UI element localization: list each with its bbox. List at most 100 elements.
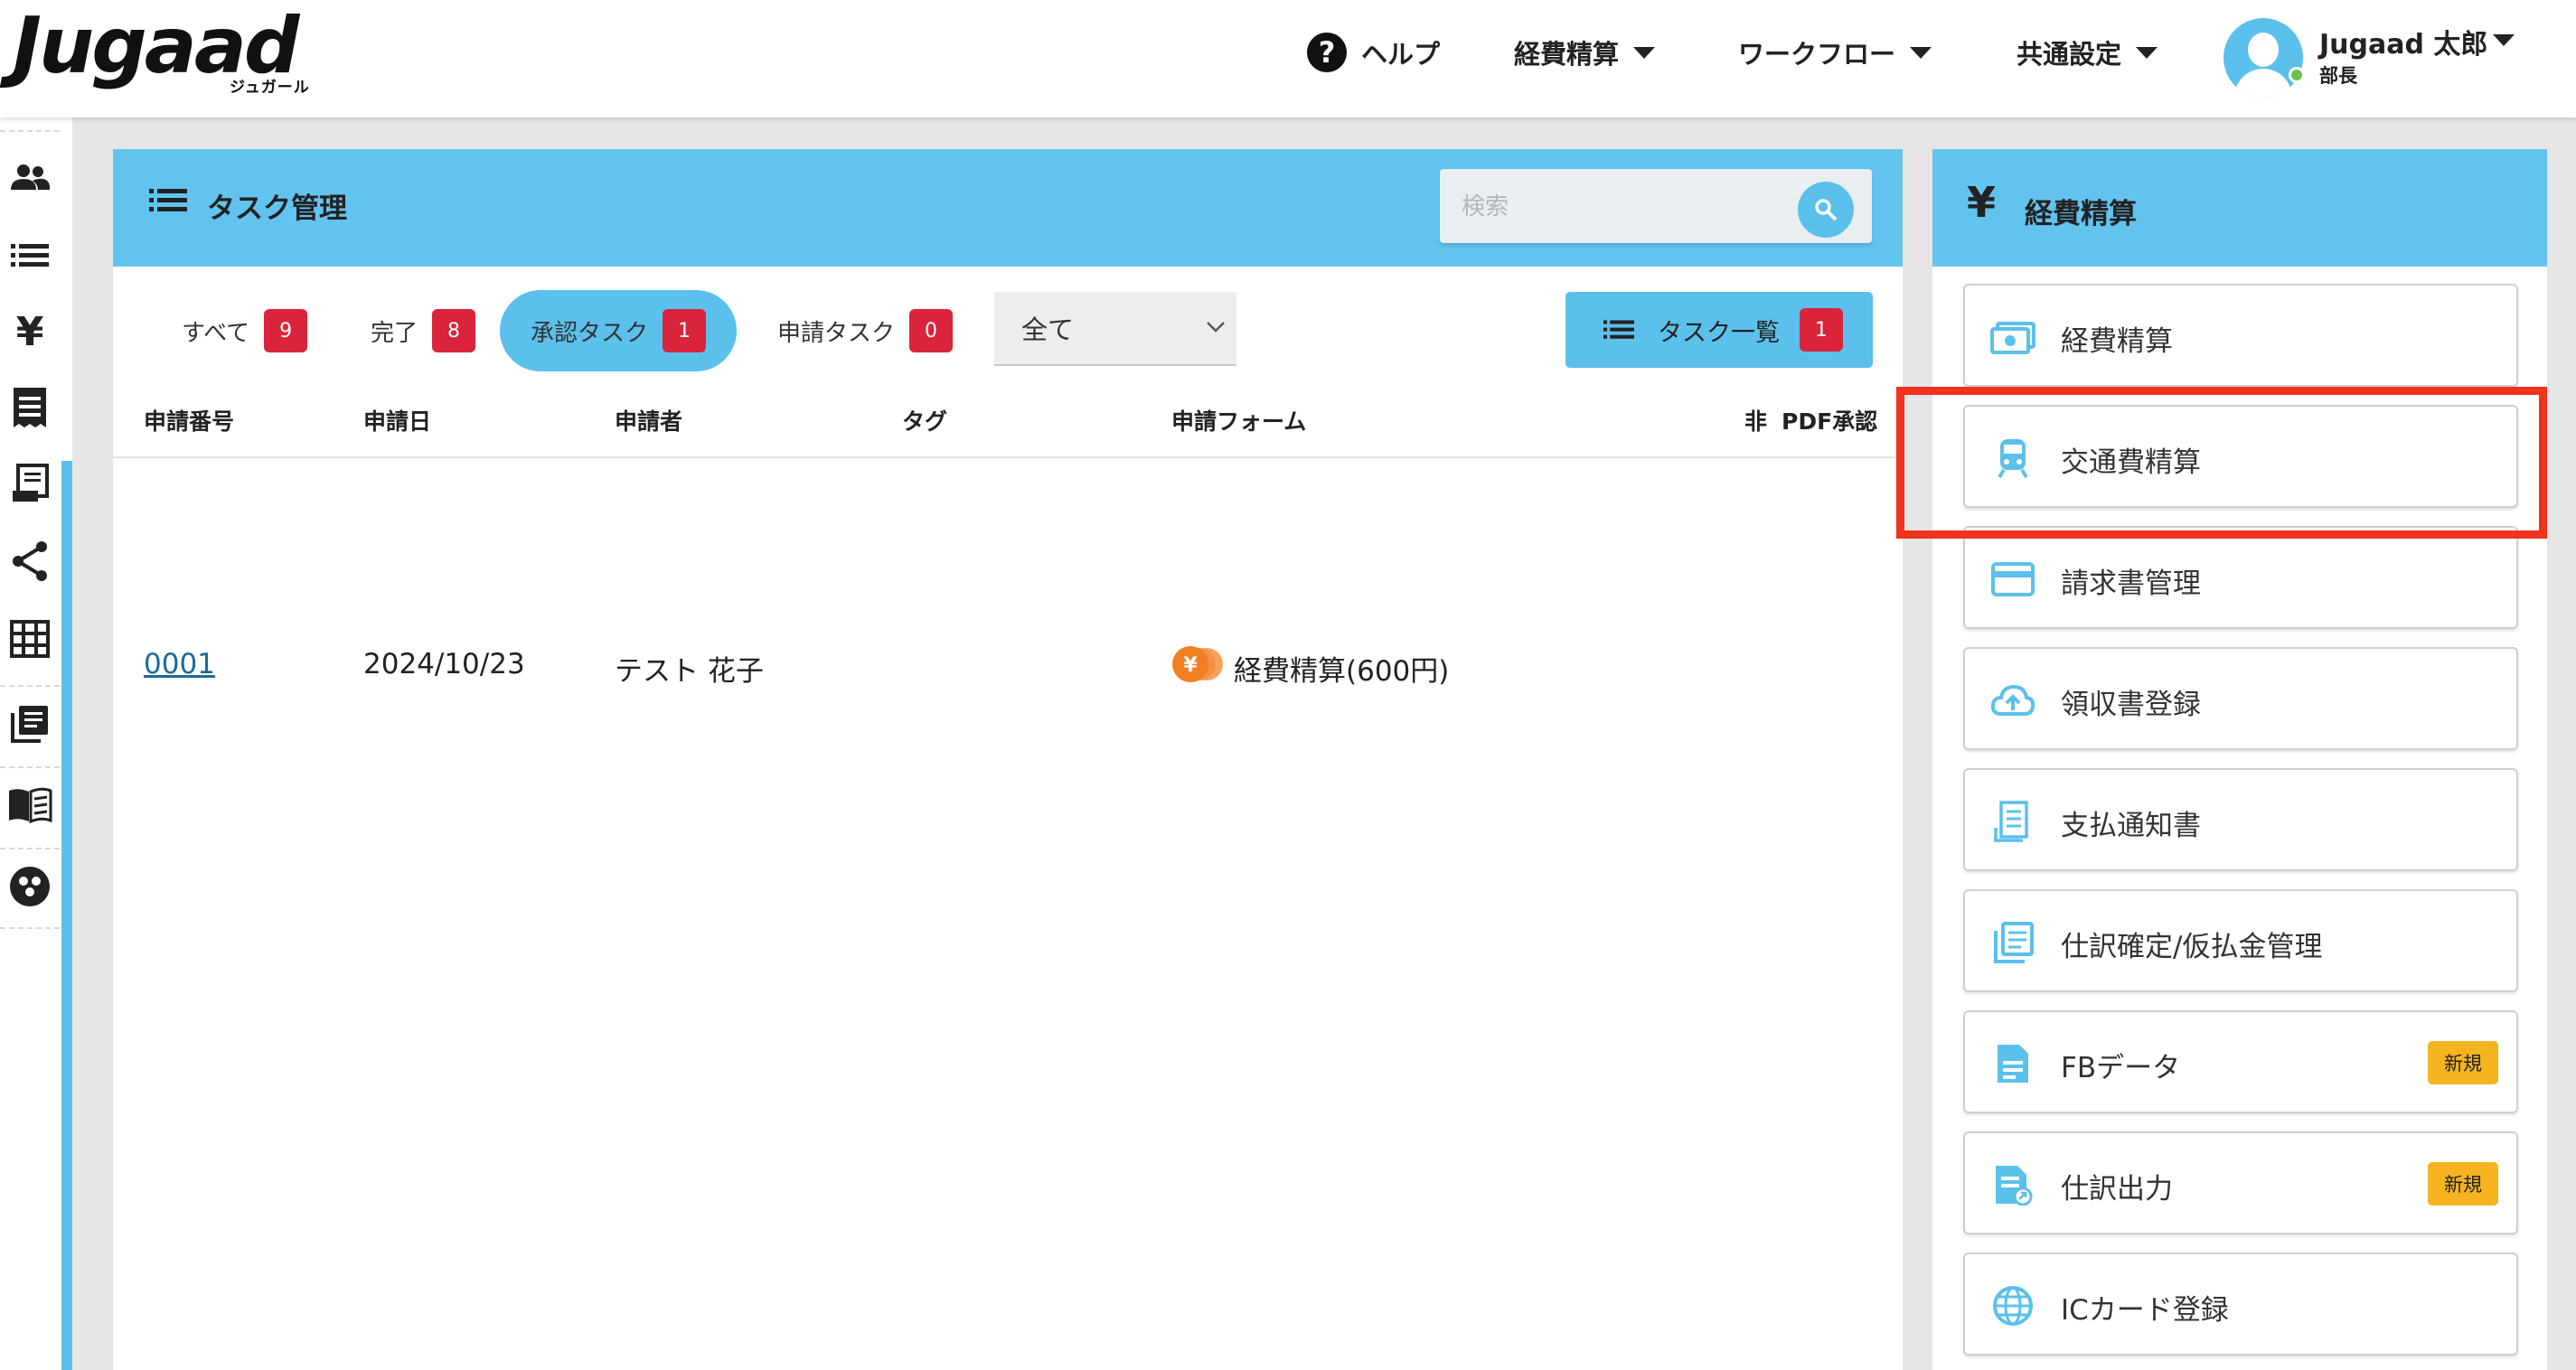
applicant-name: テスト 花子 <box>615 655 764 688</box>
tab-approval-tasks[interactable]: 承認タスク 1 <box>500 290 738 371</box>
tab-all[interactable]: すべて 9 <box>182 290 308 371</box>
menu-transport-expense[interactable]: 交通費精算 <box>1963 405 2518 508</box>
column-header[interactable]: PDF承認 <box>1782 404 1877 436</box>
nav-expense-menu[interactable]: 経費精算 <box>1514 25 1656 80</box>
menu-label: ICカード登録 <box>2061 1294 2229 1327</box>
task-list-button[interactable]: タスク一覧 1 <box>1565 292 1873 368</box>
invoice-icon[interactable] <box>7 461 52 506</box>
file-export-icon <box>1996 1166 2033 1206</box>
tab-all-label: すべて <box>182 319 250 347</box>
nav-workflow-menu[interactable]: ワークフロー <box>1738 25 1932 80</box>
tab-application-label: 申請タスク <box>777 319 896 347</box>
menu-label: 経費精算 <box>2061 325 2173 358</box>
application-number-link[interactable]: 0001 <box>144 648 215 680</box>
menu-fb-data[interactable]: FBデータ 新規 <box>1963 1010 2518 1113</box>
file-data-icon <box>1998 1045 2028 1083</box>
menu-label: 領収書登録 <box>2061 689 2201 721</box>
column-header[interactable]: タグ <box>902 404 947 436</box>
menu-label: FBデータ <box>2061 1052 2181 1084</box>
globe-icon <box>1993 1286 2033 1326</box>
list-icon <box>149 189 187 212</box>
search-input[interactable] <box>1440 169 1801 243</box>
column-header[interactable]: 申請番号 <box>144 404 234 436</box>
count-badge: 8 <box>432 309 476 352</box>
help-label: ヘルプ <box>1361 39 1441 70</box>
list-icon <box>1603 320 1634 339</box>
credit-card-icon <box>1991 562 2035 596</box>
grid-icon[interactable] <box>7 616 52 662</box>
left-sidebar: ¥ <box>0 117 72 1370</box>
application-date: 2024/10/23 <box>363 648 525 680</box>
count-badge: 1 <box>1800 308 1843 352</box>
expense-panel-header: ¥ 経費精算 <box>1932 149 2547 267</box>
nav-expense-label: 経費精算 <box>1514 39 1620 70</box>
menu-journal-output[interactable]: 仕訳出力 新規 <box>1963 1131 2518 1234</box>
caret-down-icon <box>1633 46 1656 59</box>
tab-application-tasks[interactable]: 申請タスク 0 <box>777 290 954 371</box>
nav-settings-label: 共通設定 <box>2017 39 2122 70</box>
menu-invoice-management[interactable]: 請求書管理 <box>1963 526 2518 629</box>
user-name[interactable]: Jugaad 太郎 <box>2319 22 2487 61</box>
column-header[interactable]: 申請日 <box>363 404 431 436</box>
cloud-upload-icon <box>1990 684 2035 716</box>
receipt-icon[interactable] <box>7 385 52 430</box>
list-icon[interactable] <box>7 233 52 278</box>
logo-subtitle: ジュガール <box>230 79 310 97</box>
menu-label: 仕訳出力 <box>2061 1173 2173 1206</box>
people-icon[interactable] <box>7 155 52 201</box>
yen-icon[interactable]: ¥ <box>7 309 52 355</box>
column-header[interactable]: 申請者 <box>615 404 682 436</box>
logo[interactable]: Jugaad ジュガール <box>13 1 320 97</box>
chevron-down-icon <box>1207 322 1225 333</box>
book-icon[interactable] <box>7 783 52 828</box>
sidebar-accent-bar <box>61 461 72 1370</box>
money-icon <box>1990 322 2035 354</box>
menu-receipt-registration[interactable]: 領収書登録 <box>1963 647 2518 750</box>
online-status-dot <box>2289 67 2305 83</box>
application-form: 経費精算(600円) <box>1234 655 1450 688</box>
yen-coins-icon: ¥ <box>1169 643 1223 685</box>
menu-payment-notice[interactable]: 支払通知書 <box>1963 768 2518 871</box>
new-badge: 新規 <box>2428 1041 2498 1084</box>
expense-panel: ¥ 経費精算 経費精算 交通費精算 請求書管理 領収書登録 支払通知書 仕訳確定… <box>1932 149 2547 1370</box>
caret-down-icon <box>2136 46 2158 59</box>
new-badge: 新規 <box>2428 1162 2498 1206</box>
menu-expense-settlement[interactable]: 経費精算 <box>1963 284 2518 387</box>
tab-completed-label: 完了 <box>371 319 418 347</box>
task-management-panel: タスク管理 すべて 9 完了 8 承認タスク 1 申請タスク 0 全て タスク一… <box>113 149 1903 1370</box>
documents-icon <box>1994 922 2034 963</box>
menu-journal-confirmation[interactable]: 仕訳確定/仮払金管理 <box>1963 889 2518 992</box>
tab-approval-label: 承認タスク <box>531 319 649 347</box>
menu-label: 支払通知書 <box>2061 810 2201 842</box>
search-box <box>1440 169 1872 243</box>
library-icon[interactable] <box>7 701 52 746</box>
count-badge: 0 <box>909 309 954 352</box>
table-header-divider <box>113 456 1903 458</box>
help-link[interactable]: ? ヘルプ <box>1307 25 1440 80</box>
filter-select-value: 全て <box>1021 314 1075 345</box>
menu-ic-card-registration[interactable]: ICカード登録 <box>1963 1253 2518 1356</box>
user-menu-caret-icon[interactable] <box>2493 34 2515 46</box>
task-panel-title: タスク管理 <box>207 192 347 225</box>
community-icon[interactable] <box>7 864 52 909</box>
svg-text:¥: ¥ <box>1183 654 1198 677</box>
train-icon <box>1998 439 2028 479</box>
task-panel-header: タスク管理 <box>113 149 1903 267</box>
share-icon[interactable] <box>7 539 52 584</box>
menu-label: 仕訳確定/仮払金管理 <box>2061 931 2323 963</box>
search-button[interactable] <box>1798 182 1854 238</box>
search-icon <box>1815 199 1838 221</box>
expense-panel-title: 経費精算 <box>2025 198 2137 230</box>
caret-down-icon <box>1910 46 1932 59</box>
menu-label: 交通費精算 <box>2061 446 2201 479</box>
tab-completed[interactable]: 完了 8 <box>371 290 476 371</box>
user-avatar[interactable] <box>2223 18 2303 98</box>
count-badge: 1 <box>663 309 707 352</box>
column-header[interactable]: 申請フォーム <box>1171 404 1306 436</box>
nav-settings-menu[interactable]: 共通設定 <box>2017 25 2158 80</box>
filter-select[interactable]: 全て <box>994 292 1236 366</box>
count-badge: 9 <box>264 309 308 352</box>
menu-label: 請求書管理 <box>2061 568 2201 600</box>
yen-icon: ¥ <box>1967 178 1997 227</box>
column-header[interactable]: 非 <box>1744 404 1767 436</box>
